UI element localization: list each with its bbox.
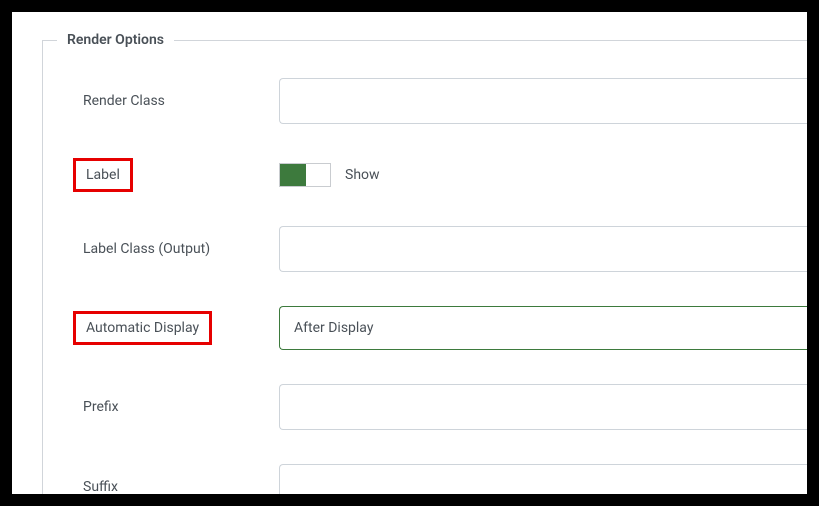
automatic-display-value: After Display <box>294 320 373 336</box>
row-label-class: Label Class (Output) <box>43 226 807 272</box>
suffix-input[interactable] <box>279 464 807 494</box>
content-panel: Render Options Render Class Label <box>12 12 807 494</box>
label-toggle-text: Show <box>345 167 380 183</box>
render-class-input[interactable] <box>279 78 807 124</box>
label-label: Label <box>73 158 279 192</box>
section-title: Render Options <box>57 32 174 48</box>
label-automatic-display: Automatic Display <box>73 311 279 345</box>
row-render-class: Render Class <box>43 78 807 124</box>
label-toggle[interactable] <box>279 163 331 187</box>
row-label: Label Show <box>43 158 807 192</box>
label-class-input[interactable] <box>279 226 807 272</box>
toggle-knob <box>280 164 306 186</box>
label-render-class: Render Class <box>73 87 279 115</box>
automatic-display-select[interactable]: After Display <box>279 306 807 350</box>
screenshot-frame: Render Options Render Class Label <box>0 0 819 506</box>
label-prefix: Prefix <box>73 393 279 421</box>
prefix-input[interactable] <box>279 384 807 430</box>
row-automatic-display: Automatic Display After Display <box>43 306 807 350</box>
label-suffix: Suffix <box>73 473 279 494</box>
render-options-fieldset: Render Options Render Class Label <box>42 32 807 494</box>
row-suffix: Suffix <box>43 464 807 494</box>
label-label-class: Label Class (Output) <box>73 235 279 263</box>
row-prefix: Prefix <box>43 384 807 430</box>
label-toggle-group: Show <box>279 163 807 187</box>
